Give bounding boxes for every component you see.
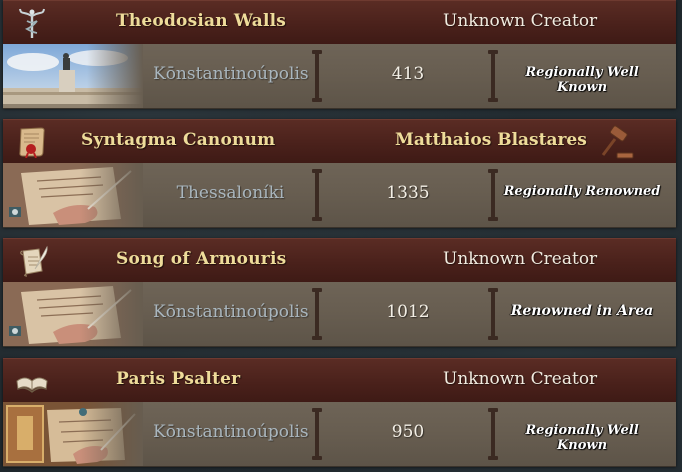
column-divider <box>488 288 498 340</box>
column-divider <box>488 169 498 221</box>
fame-level: Regionally Well Known <box>525 65 639 95</box>
creator-name: Unknown Creator <box>443 11 598 31</box>
open-book-icon <box>16 377 48 393</box>
column-divider <box>312 50 322 102</box>
creation-year: 950 <box>391 422 425 442</box>
artifact-name: Syntagma Canonum <box>81 130 276 150</box>
column-divider <box>312 169 322 221</box>
writing-hand-portrait <box>3 163 143 227</box>
card-body: Kōnstantinoúpolis 950 Regionally Well Kn… <box>3 402 676 467</box>
fame-level: Regionally Well Known <box>525 423 639 453</box>
card-header: Paris Psalter Unknown Creator <box>3 358 676 404</box>
artifact-card[interactable]: Syntagma Canonum Matthaios Blastares The… <box>3 119 676 228</box>
creation-year: 413 <box>391 64 425 84</box>
gavel-icon <box>601 125 634 159</box>
creation-year: 1335 <box>386 183 430 203</box>
artifact-card[interactable]: Song of Armouris Unknown Creator Kōnstan… <box>3 238 676 347</box>
artifact-card[interactable]: Theodosian Walls Unknown Creator Kōnstan… <box>3 0 676 109</box>
artifact-card[interactable]: Paris Psalter Unknown Creator Kōnstantin… <box>3 358 676 467</box>
card-body: Kōnstantinoúpolis 1012 Renowned in Area <box>3 282 676 347</box>
writing-hand-portrait <box>3 282 143 346</box>
card-header: Theodosian Walls Unknown Creator <box>3 0 676 46</box>
card-body: Kōnstantinoúpolis 413 Regionally Well Kn… <box>3 44 676 109</box>
card-header: Song of Armouris Unknown Creator <box>3 238 676 284</box>
card-header: Syntagma Canonum Matthaios Blastares <box>3 119 676 165</box>
column-divider <box>312 408 322 460</box>
column-divider <box>312 288 322 340</box>
column-divider <box>488 408 498 460</box>
caduceus-icon <box>19 8 45 38</box>
creation-year: 1012 <box>386 302 430 322</box>
city-statue-portrait <box>3 44 143 108</box>
artifact-name: Paris Psalter <box>116 369 241 389</box>
creator-name: Unknown Creator <box>443 249 598 269</box>
card-body: Thessaloníki 1335 Regionally Renowned <box>3 163 676 228</box>
column-divider <box>488 50 498 102</box>
illuminated-book-portrait <box>3 402 143 466</box>
artifact-name: Song of Armouris <box>116 249 287 269</box>
location-name: Kōnstantinoúpolis <box>153 422 309 442</box>
sealed-scroll-icon <box>19 127 45 158</box>
artifact-name: Theodosian Walls <box>116 11 287 31</box>
fame-level: Regionally Renowned <box>503 184 661 199</box>
location-name: Thessaloníki <box>176 183 285 203</box>
fame-level: Renowned in Area <box>510 303 654 319</box>
creator-name[interactable]: Matthaios Blastares <box>395 130 615 150</box>
creator-name: Unknown Creator <box>443 369 598 389</box>
location-name: Kōnstantinoúpolis <box>153 64 309 84</box>
location-name: Kōnstantinoúpolis <box>153 302 309 322</box>
quill-scroll-icon <box>20 245 48 277</box>
